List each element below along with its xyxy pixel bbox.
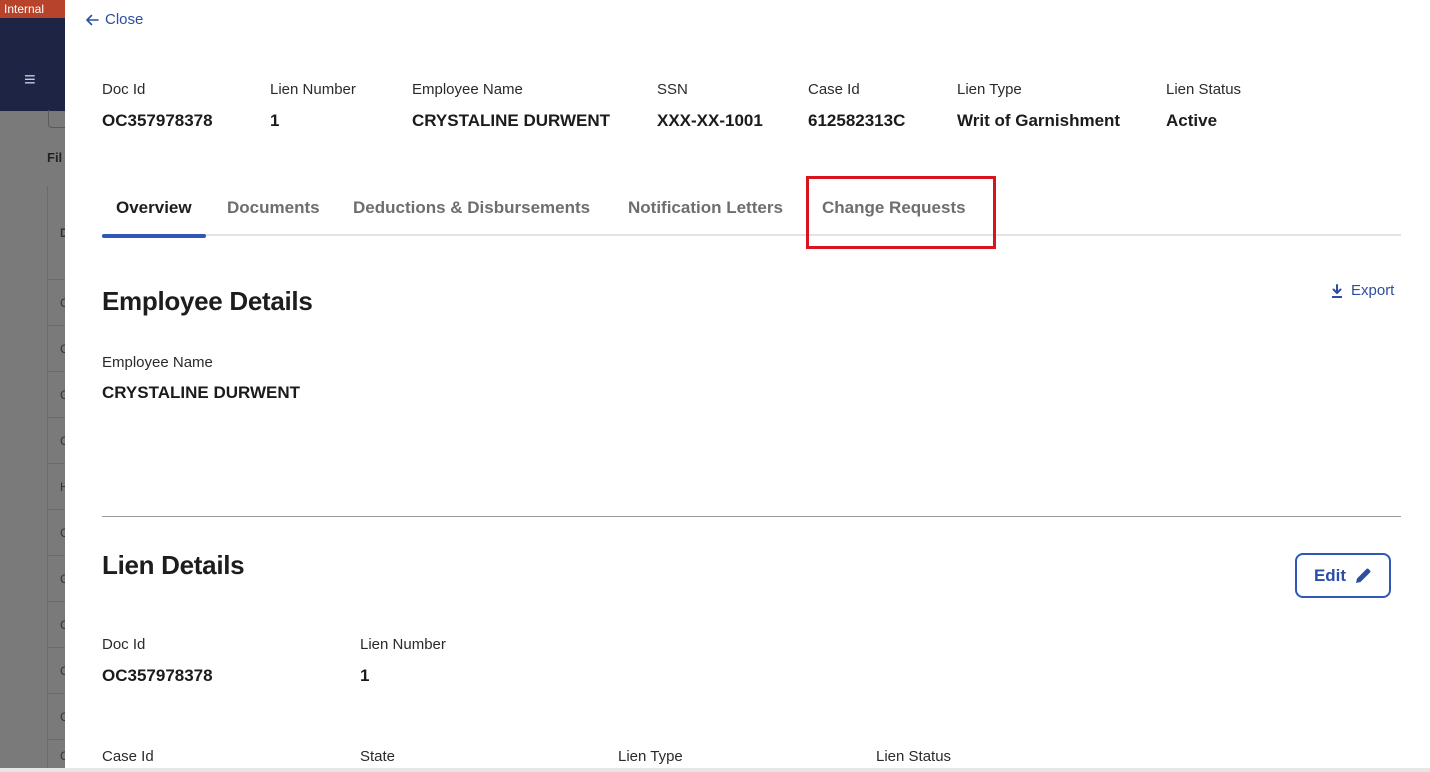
summary-value: 612582313C [808, 111, 906, 130]
tab-overview[interactable]: Overview [102, 188, 206, 238]
tab-deductions-disbursements[interactable]: Deductions & Disbursements [339, 188, 604, 236]
section-divider [102, 516, 1401, 517]
summary-label: SSN [657, 81, 688, 98]
tab-documents[interactable]: Documents [213, 188, 334, 236]
lien-type-label: Lien Type [618, 748, 683, 765]
summary-label: Lien Type [957, 81, 1022, 98]
lien-doc-id-label: Doc Id [102, 636, 146, 653]
summary-lien-number: Lien Number 1 [270, 80, 356, 132]
lien-detail-modal: Close Doc Id OC357978378 Lien Number 1 E… [65, 0, 1430, 768]
lien-number-label: Lien Number [360, 636, 446, 653]
state-label: State [360, 748, 396, 765]
export-label: Export [1351, 282, 1395, 299]
summary-value: 1 [270, 111, 280, 130]
detail-tabs: Overview Documents Deductions & Disburse… [102, 188, 1401, 238]
summary-value: XXX-XX-1001 [657, 111, 763, 130]
case-id-label: Case Id [102, 748, 154, 765]
arrow-left-icon [86, 14, 99, 25]
summary-label: Case Id [808, 81, 860, 98]
summary-case-id: Case Id 612582313C [808, 80, 905, 132]
summary-label: Lien Status [1166, 81, 1242, 98]
close-label: Close [105, 11, 144, 28]
summary-value: OC357978378 [102, 111, 213, 130]
lien-details-title: Lien Details [102, 550, 245, 580]
close-button[interactable]: Close [85, 11, 143, 28]
edit-button[interactable]: Edit [1295, 553, 1391, 598]
window-bottom-edge [0, 768, 1430, 772]
summary-doc-id: Doc Id OC357978378 [102, 80, 213, 132]
lien-doc-id-value: OC357978378 [102, 666, 213, 685]
tab-notification-letters[interactable]: Notification Letters [614, 188, 797, 236]
summary-employee-name: Employee Name CRYSTALINE DURWENT [412, 80, 610, 132]
summary-label: Employee Name [412, 81, 523, 98]
summary-lien-type: Lien Type Writ of Garnishment [957, 80, 1120, 132]
summary-value: CRYSTALINE DURWENT [412, 111, 611, 130]
summary-value: Active [1166, 111, 1218, 130]
export-button[interactable]: Export [1331, 282, 1394, 299]
pencil-icon [1356, 568, 1371, 583]
employee-name-label: Employee Name [102, 354, 213, 371]
employee-name-value: CRYSTALINE DURWENT [102, 383, 301, 402]
download-icon [1332, 283, 1342, 298]
lien-status-label: Lien Status [876, 748, 952, 765]
employee-details-title: Employee Details [102, 286, 313, 316]
summary-lien-status: Lien Status Active [1166, 80, 1241, 132]
summary-label: Doc Id [102, 81, 146, 98]
tab-change-requests[interactable]: Change Requests [808, 188, 980, 236]
lien-number-value: 1 [360, 666, 370, 685]
hamburger-menu-icon: ≡ [24, 69, 36, 91]
summary-ssn: SSN XXX-XX-1001 [657, 80, 763, 132]
summary-label: Lien Number [270, 81, 356, 98]
filter-label: Fil [47, 150, 63, 165]
edit-label: Edit [1313, 565, 1347, 585]
summary-value: Writ of Garnishment [957, 111, 1121, 130]
